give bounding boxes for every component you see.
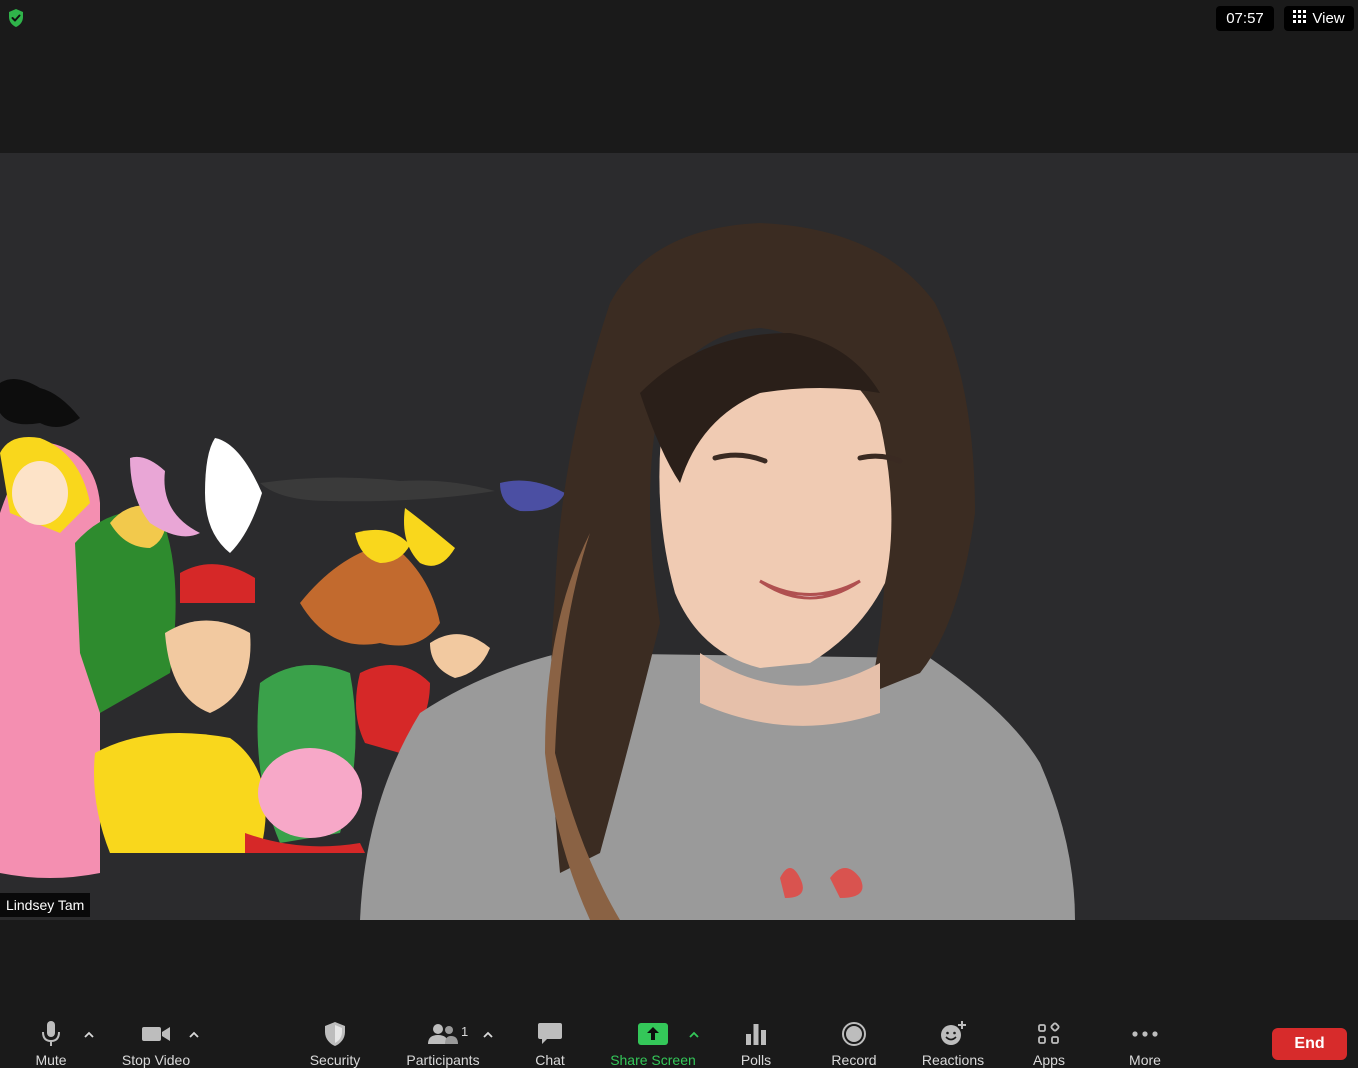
more-button[interactable]: More: [1124, 1018, 1166, 1068]
security-label: Security: [309, 1052, 361, 1068]
smiley-plus-icon: [939, 1018, 967, 1050]
apps-label: Apps: [1033, 1052, 1065, 1068]
chat-bubble-icon: [537, 1018, 563, 1050]
share-screen-arrow-icon: [638, 1018, 668, 1050]
share-screen-button[interactable]: Share Screen: [606, 1018, 700, 1068]
audio-options-chevron-up-icon[interactable]: [82, 1028, 96, 1042]
grid-icon: [1293, 10, 1307, 27]
share-screen-label: Share Screen: [610, 1052, 696, 1068]
reactions-label: Reactions: [921, 1052, 985, 1068]
view-button[interactable]: View: [1284, 6, 1354, 31]
record-icon: [841, 1018, 867, 1050]
stop-video-button[interactable]: Stop Video: [116, 1018, 196, 1068]
participants-label: Participants: [406, 1052, 480, 1068]
polls-button[interactable]: Polls: [736, 1018, 776, 1068]
meeting-timer: 07:57: [1216, 6, 1274, 31]
reactions-button[interactable]: Reactions: [916, 1018, 990, 1068]
share-options-chevron-up-icon[interactable]: [687, 1028, 701, 1042]
chat-button[interactable]: Chat: [530, 1018, 570, 1068]
zoom-meeting-window: 07:57 View Lindsey Tam Mute Stop Video S…: [0, 0, 1358, 1068]
meeting-toolbar: Mute Stop Video Security Participants 1 …: [0, 1012, 1358, 1068]
encryption-shield-icon[interactable]: [6, 8, 26, 28]
bar-chart-icon: [745, 1018, 767, 1050]
polls-label: Polls: [740, 1052, 772, 1068]
microphone-icon: [40, 1018, 62, 1050]
video-options-chevron-up-icon[interactable]: [187, 1028, 201, 1042]
chat-label: Chat: [535, 1052, 565, 1068]
video-feed-image: [0, 223, 1075, 920]
more-label: More: [1129, 1052, 1161, 1068]
shield-icon: [324, 1018, 346, 1050]
video-camera-icon: [141, 1018, 171, 1050]
record-button[interactable]: Record: [826, 1018, 882, 1068]
participants-options-chevron-up-icon[interactable]: [481, 1028, 495, 1042]
mute-button[interactable]: Mute: [30, 1018, 72, 1068]
participants-button[interactable]: Participants: [400, 1018, 486, 1068]
stop-video-label: Stop Video: [121, 1052, 191, 1068]
view-button-label: View: [1312, 10, 1345, 27]
participant-person: [360, 223, 1075, 920]
mute-label: Mute: [35, 1052, 67, 1068]
apps-button[interactable]: Apps: [1026, 1018, 1072, 1068]
end-meeting-button[interactable]: End: [1272, 1028, 1347, 1060]
participant-video-tile[interactable]: Lindsey Tam: [0, 153, 1358, 920]
participant-name-tag: Lindsey Tam: [0, 893, 91, 917]
participants-icon: [427, 1018, 459, 1050]
ellipsis-icon: [1131, 1018, 1159, 1050]
security-button[interactable]: Security: [302, 1018, 368, 1068]
apps-icon: [1037, 1018, 1061, 1050]
participants-count: 1: [461, 1024, 469, 1039]
record-label: Record: [831, 1052, 877, 1068]
